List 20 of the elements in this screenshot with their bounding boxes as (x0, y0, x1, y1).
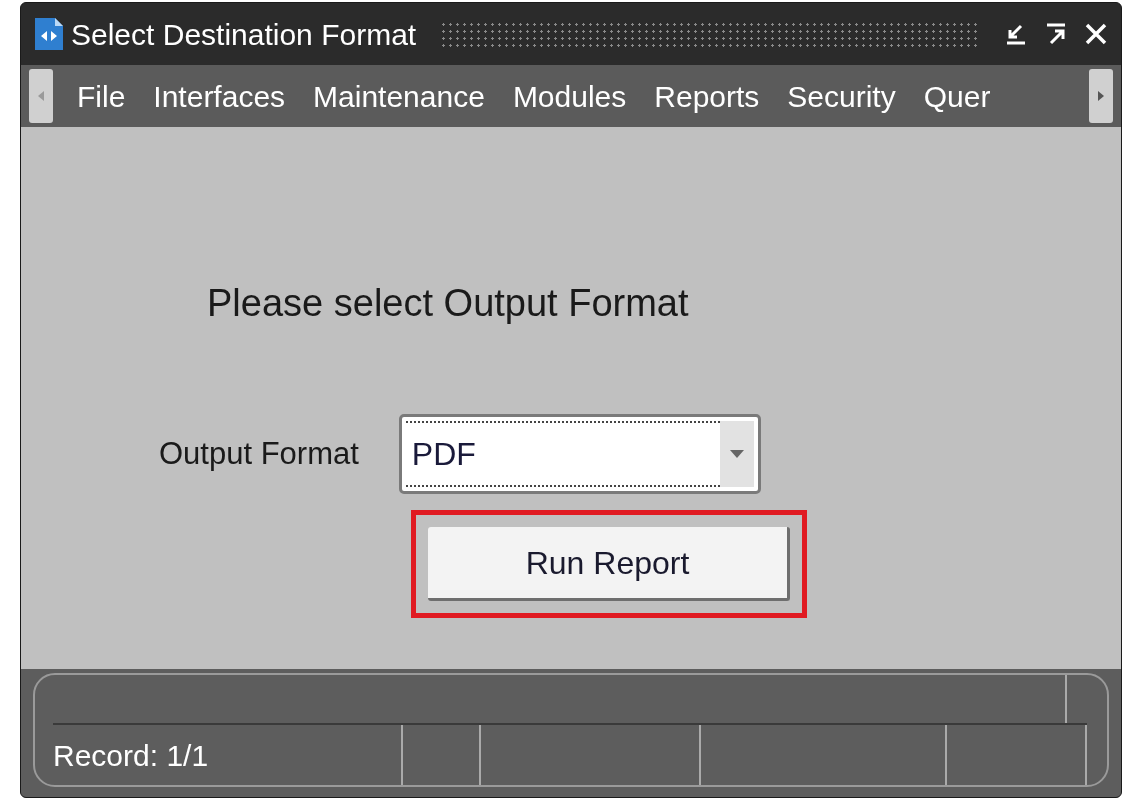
menu-item[interactable]: Modules (512, 73, 627, 119)
window-title: Select Destination Format (71, 16, 417, 53)
left-arrow-icon (38, 91, 44, 101)
menu-item[interactable]: Reports (654, 73, 760, 119)
menu-item[interactable]: File (77, 73, 126, 119)
menu-item[interactable]: Interfaces (153, 73, 286, 119)
menu-item[interactable]: Security (787, 73, 896, 119)
close-icon[interactable] (1083, 21, 1109, 47)
record-counter: Record: 1/1 (53, 737, 210, 774)
scroll-right-button[interactable] (1089, 69, 1113, 123)
run-report-button[interactable]: Run Report (428, 527, 790, 601)
dropdown-caret-icon (729, 450, 744, 458)
menu-item[interactable]: Quer (923, 73, 991, 119)
dropdown-value: PDF (411, 435, 476, 474)
field-label: Output Format (159, 434, 359, 473)
menu-item[interactable]: Maintenance (313, 73, 485, 119)
form-heading: Please select Output Format (207, 281, 690, 326)
app-document-icon (33, 16, 65, 52)
right-arrow-icon (1098, 91, 1104, 101)
output-format-dropdown[interactable]: PDF (398, 414, 761, 494)
